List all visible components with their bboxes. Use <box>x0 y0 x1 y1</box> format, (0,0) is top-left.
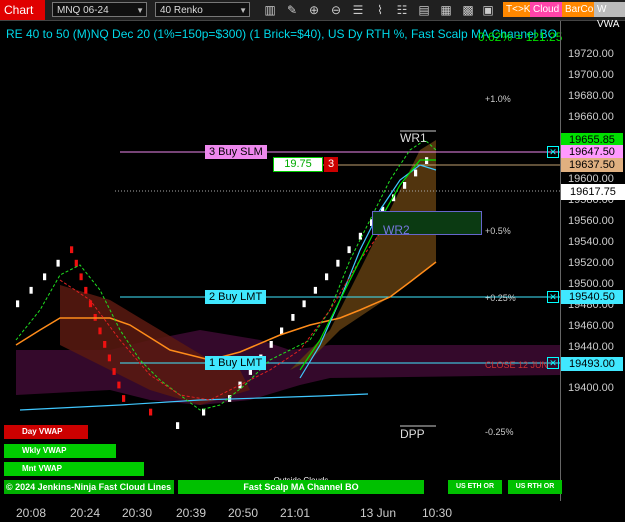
renko-brick <box>176 422 180 429</box>
renko-brick <box>29 286 33 294</box>
bar-type-value: 40 Renko <box>160 5 203 16</box>
y-tick-label: 19500.00 <box>568 277 614 290</box>
x-tick-label: 20:08 <box>16 506 47 520</box>
price-tag-order-1[interactable]: 19493.00 <box>561 357 623 371</box>
pct-label-plus-05: +0.5% <box>485 226 511 236</box>
y-tick-label: 19520.00 <box>568 257 614 269</box>
x-tick-label: 20:30 <box>122 506 153 520</box>
price-tag-last: 19617.75 <box>561 184 625 200</box>
x-tick-label: 13 Jun <box>360 506 397 520</box>
renko-brick <box>291 314 295 321</box>
footer-fast-scalp[interactable]: Fast Scalp MA Channel BO <box>178 480 424 494</box>
renko-brick <box>202 408 206 416</box>
more-icon[interactable]: ▣ <box>480 2 496 18</box>
renko-brick <box>414 169 418 177</box>
renko-brick <box>302 300 306 308</box>
y-tick-label: 19400.00 <box>568 382 614 395</box>
chart-title: RE 40 to 50 (M)NQ Dec 20 (1%=150p=$300) … <box>6 27 558 41</box>
chevron-down-icon: ▼ <box>239 6 247 15</box>
strategies-icon[interactable]: ☷ <box>394 2 410 18</box>
price-tag-stop[interactable]: 19647.50 <box>561 145 623 159</box>
zoom-in-icon[interactable]: ⊕ <box>306 2 322 18</box>
tag-tk[interactable]: T<>K <box>503 2 534 17</box>
legend-day-vwap[interactable]: Day VWAP <box>4 425 88 439</box>
zoom-out-icon[interactable]: ⊖ <box>328 2 344 18</box>
renko-brick <box>79 273 83 281</box>
tag-cloud[interactable]: Cloud <box>530 2 563 17</box>
instrument-value: MNQ 06-24 <box>57 5 109 16</box>
chart-toolbar: Chart MNQ 06-24 ▼ 40 Renko ▼ ▥ ✎ ⊕ ⊖ ☰ ⌇… <box>0 0 625 30</box>
renko-brick <box>43 273 47 281</box>
legend-wkly-vwap[interactable]: Wkly VWAP <box>4 444 116 458</box>
x-tick-label: 10:30 <box>422 506 453 520</box>
y-tick-label: 19700.00 <box>568 68 614 81</box>
level-wr2: WR2 <box>383 223 410 237</box>
renko-brick <box>112 368 116 375</box>
renko-brick <box>336 259 340 267</box>
renko-brick <box>107 354 111 362</box>
renko-brick <box>313 286 317 294</box>
chevron-down-icon: ▼ <box>136 6 144 15</box>
renko-brick <box>16 300 20 308</box>
renko-brick <box>280 327 284 335</box>
order-label-2-buy-lmt[interactable]: 2 Buy LMT <box>205 290 267 304</box>
bars-icon[interactable]: ▤ <box>416 2 432 18</box>
y-tick-label: 19440.00 <box>568 340 614 353</box>
y-tick-label: 19660.00 <box>568 110 614 123</box>
renko-brick <box>103 341 107 348</box>
y-tick-label: 19720.00 <box>568 48 614 60</box>
x-tick-label: 21:01 <box>280 506 311 520</box>
price-tag-position[interactable]: 19637.50 <box>561 158 623 172</box>
x-tick-label: 20:39 <box>176 506 207 520</box>
footer-eth-or[interactable]: US ETH OR <box>448 480 502 494</box>
x-tick-label: 20:50 <box>228 506 259 520</box>
level-wr1: WR1 <box>400 131 427 145</box>
cancel-order-1-icon[interactable]: ✕ <box>547 357 559 369</box>
renko-brick <box>56 259 60 267</box>
cancel-order-3-icon[interactable]: ✕ <box>547 146 559 158</box>
order-label-3-buy-slm[interactable]: 3 Buy SLM <box>205 145 267 159</box>
chart-menu-button[interactable]: Chart <box>0 0 45 20</box>
renko-brick <box>403 182 407 189</box>
y-tick-label: 19540.00 <box>568 236 614 249</box>
y-tick-label: 19460.00 <box>568 319 614 332</box>
level-dpp: DPP <box>400 427 425 441</box>
renko-brick <box>347 246 351 254</box>
renko-brick <box>74 259 78 267</box>
position-price-box[interactable]: 19.75 <box>273 157 323 172</box>
renko-brick <box>325 273 329 281</box>
pct-label-minus-025: -0.25% <box>485 427 514 437</box>
renko-brick <box>84 286 88 294</box>
renko-brick <box>70 246 74 254</box>
renko-brick <box>98 327 102 335</box>
close-label: CLOSE 12 JUN <box>485 360 549 370</box>
pct-label-plus-1: +1.0% <box>485 94 511 104</box>
draw-tool-icon[interactable]: ✎ <box>284 2 300 18</box>
pct-label-plus-025: +0.25% <box>485 293 516 303</box>
x-tick-label: 20:24 <box>70 506 101 520</box>
templates-icon[interactable]: ▦ <box>438 2 454 18</box>
footer-copyright: © 2024 Jenkins-Ninja Fast Cloud Lines <box>4 480 174 494</box>
position-qty-box[interactable]: 3 <box>324 157 338 172</box>
y-tick-label: 19680.00 <box>568 89 614 102</box>
price-tag-order-2[interactable]: 19540.50 <box>561 290 623 304</box>
position-pnl: 0.62% = 121.25 <box>478 30 563 44</box>
tag-vwap[interactable]: W VWA <box>594 2 625 30</box>
cancel-order-2-icon[interactable]: ✕ <box>547 291 559 303</box>
renko-brick <box>122 395 126 402</box>
instrument-selector[interactable]: MNQ 06-24 ▼ <box>52 2 147 17</box>
trade-icon[interactable]: ▩ <box>460 2 476 18</box>
renko-brick <box>117 381 121 389</box>
renko-brick <box>269 341 273 348</box>
bar-type-selector[interactable]: 40 Renko ▼ <box>155 2 250 17</box>
order-label-1-buy-lmt[interactable]: 1 Buy LMT <box>205 356 267 370</box>
bar-style-icon[interactable]: ▥ <box>262 2 278 18</box>
y-tick-label: 19560.00 <box>568 215 614 228</box>
legend-mnt-vwap[interactable]: Mnt VWAP <box>4 462 144 476</box>
footer-rth-or[interactable]: US RTH OR <box>508 480 562 494</box>
renko-brick <box>149 408 153 416</box>
indicators-icon[interactable]: ⌇ <box>372 2 388 18</box>
properties-icon[interactable]: ☰ <box>350 2 366 18</box>
